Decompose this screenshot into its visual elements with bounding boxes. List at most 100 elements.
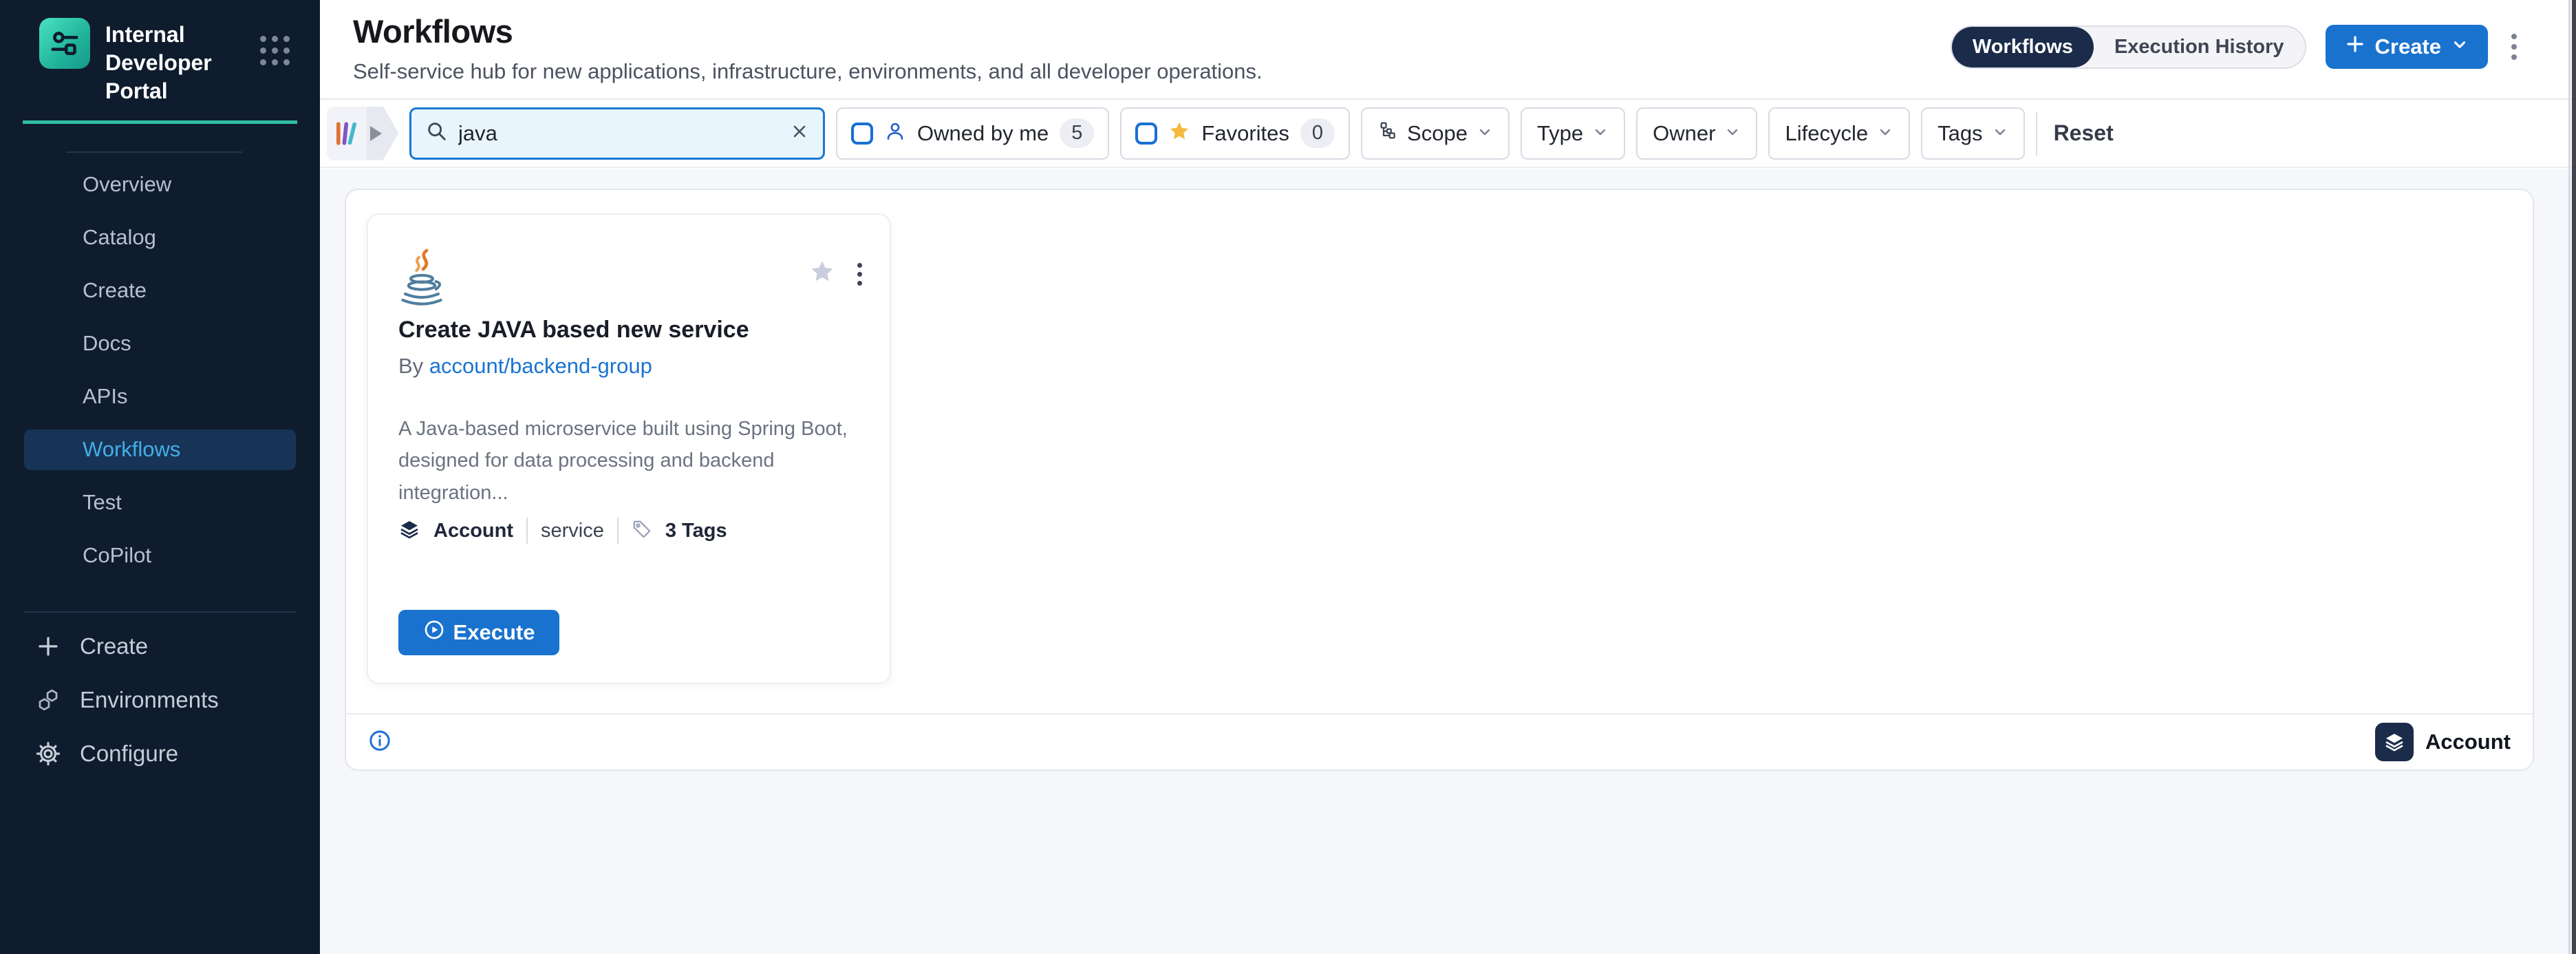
- owned-by-me-filter[interactable]: Owned by me 5: [836, 107, 1109, 160]
- sidebar-footer-environments[interactable]: Environments: [0, 673, 320, 727]
- owned-by-me-checkbox[interactable]: [851, 123, 873, 145]
- person-icon: [884, 120, 906, 146]
- header-actions: Workflows Execution History Create: [1951, 25, 2521, 69]
- star-icon: [1168, 120, 1190, 146]
- tab-workflows[interactable]: Workflows: [1952, 27, 2094, 67]
- chevron-down-icon: [1992, 121, 2008, 146]
- screen-edge: [2572, 0, 2576, 954]
- workflow-description: A Java-based microservice built using Sp…: [398, 413, 890, 509]
- type-label: Type: [1537, 121, 1583, 146]
- owner-group-link[interactable]: account/backend-group: [429, 354, 652, 378]
- screen: Internal Developer Portal Overview Catal…: [0, 0, 2576, 954]
- library-icon: [327, 107, 367, 160]
- sidebar-item-test[interactable]: Test: [0, 476, 320, 529]
- gear-icon: [34, 740, 62, 767]
- card-kebab-icon[interactable]: [853, 259, 866, 290]
- description-line: A Java-based microservice built using Sp…: [398, 413, 890, 445]
- tab-execution-history[interactable]: Execution History: [2094, 27, 2305, 67]
- info-icon[interactable]: [368, 729, 391, 756]
- description-line: designed for data processing and backend…: [398, 445, 890, 509]
- scope-dropdown[interactable]: Scope: [1361, 107, 1510, 160]
- panel-footer: Account: [346, 713, 2533, 770]
- search-box: [409, 107, 825, 160]
- page-header: Workflows Self-service hub for new appli…: [320, 0, 2576, 100]
- card-actions: [809, 259, 866, 290]
- chevron-down-icon: [1877, 121, 1893, 146]
- meta-divider: [526, 518, 528, 544]
- meta-divider: [617, 518, 619, 544]
- kebab-menu-icon[interactable]: [2507, 30, 2521, 64]
- workflow-card[interactable]: Create JAVA based new service By account…: [367, 213, 891, 684]
- clear-icon[interactable]: [790, 122, 809, 145]
- type-dropdown[interactable]: Type: [1521, 107, 1625, 160]
- execute-button[interactable]: Execute: [398, 610, 559, 655]
- workflow-owner: By account/backend-group: [398, 354, 652, 379]
- favorites-count: 0: [1300, 118, 1335, 148]
- reset-button[interactable]: Reset: [2054, 120, 2114, 146]
- sidebar-item-copilot[interactable]: CoPilot: [0, 529, 320, 582]
- sidebar-footer-label: Configure: [80, 741, 178, 767]
- tag-icon: [632, 519, 652, 543]
- owner-dropdown[interactable]: Owner: [1636, 107, 1757, 160]
- create-button[interactable]: Create: [2326, 25, 2489, 69]
- view-toggle: Workflows Execution History: [1951, 25, 2306, 69]
- tags-label: Tags: [1938, 121, 1982, 146]
- chevron-down-icon: [1477, 121, 1493, 146]
- content-area: Create JAVA based new service By account…: [320, 169, 2576, 954]
- chevron-down-icon: [1592, 121, 1609, 146]
- lifecycle-dropdown[interactable]: Lifecycle: [1768, 107, 1910, 160]
- account-badge: Account: [2375, 723, 2511, 761]
- sidebar-nav: Overview Catalog Create Docs APIs Workfl…: [0, 158, 320, 582]
- app-title: Internal Developer Portal: [105, 18, 269, 105]
- sidebar-item-create[interactable]: Create: [0, 264, 320, 317]
- type-value: service: [541, 520, 604, 542]
- sidebar-item-workflows[interactable]: Workflows: [24, 430, 296, 470]
- sidebar-footer: Create Environments: [0, 619, 320, 781]
- favorite-star-icon[interactable]: [809, 259, 835, 288]
- sidebar-item-catalog[interactable]: Catalog: [0, 211, 320, 264]
- sidebar-footer-configure[interactable]: Configure: [0, 727, 320, 781]
- workflows-panel: Create JAVA based new service By account…: [345, 189, 2534, 771]
- layers-icon: [2375, 723, 2414, 761]
- sidebar-divider: [24, 611, 296, 613]
- teal-accent-rule: [23, 120, 297, 124]
- sidebar: Internal Developer Portal Overview Catal…: [0, 0, 320, 954]
- lifecycle-label: Lifecycle: [1785, 121, 1868, 146]
- favorites-filter[interactable]: Favorites 0: [1120, 107, 1350, 160]
- java-logo-icon: [398, 248, 445, 309]
- tags-count[interactable]: 3 Tags: [665, 520, 727, 542]
- owner-label: Owner: [1653, 121, 1715, 146]
- chevron-down-icon: [2451, 34, 2469, 59]
- plus-icon: [2345, 34, 2365, 60]
- workflow-meta: Account service 3 Tags: [398, 518, 727, 544]
- scope-label: Scope: [1407, 121, 1468, 146]
- sidebar-footer-create[interactable]: Create: [0, 619, 320, 673]
- create-button-label: Create: [2375, 34, 2442, 59]
- library-expander[interactable]: [327, 107, 398, 160]
- expand-arrow: [367, 107, 398, 160]
- sidebar-footer-label: Environments: [80, 687, 219, 713]
- tags-dropdown[interactable]: Tags: [1921, 107, 2024, 160]
- sidebar-item-apis[interactable]: APIs: [0, 370, 320, 423]
- favorites-checkbox[interactable]: [1135, 123, 1157, 145]
- apps-grid-icon[interactable]: [260, 36, 290, 65]
- owned-by-me-label: Owned by me: [917, 121, 1049, 146]
- play-circle-icon: [423, 619, 445, 646]
- filter-divider: [2036, 112, 2037, 156]
- workflow-title: Create JAVA based new service: [398, 317, 749, 343]
- sidebar-item-docs[interactable]: Docs: [0, 317, 320, 370]
- sidebar-item-overview[interactable]: Overview: [0, 158, 320, 211]
- portal-logo-icon: [39, 18, 90, 69]
- scrollbar-track[interactable]: [2568, 0, 2570, 954]
- play-triangle-icon: [370, 126, 382, 141]
- scope-value: Account: [433, 520, 513, 542]
- logo-row: Internal Developer Portal: [0, 0, 320, 105]
- filter-bar: Owned by me 5 Favorites 0: [320, 100, 2576, 168]
- account-badge-label: Account: [2425, 730, 2511, 754]
- search-input[interactable]: [458, 121, 780, 146]
- by-prefix: By: [398, 354, 423, 378]
- hierarchy-icon: [1377, 120, 1398, 147]
- plus-icon: [34, 633, 62, 660]
- sidebar-divider: [66, 151, 242, 153]
- hexagons-icon: [34, 686, 62, 714]
